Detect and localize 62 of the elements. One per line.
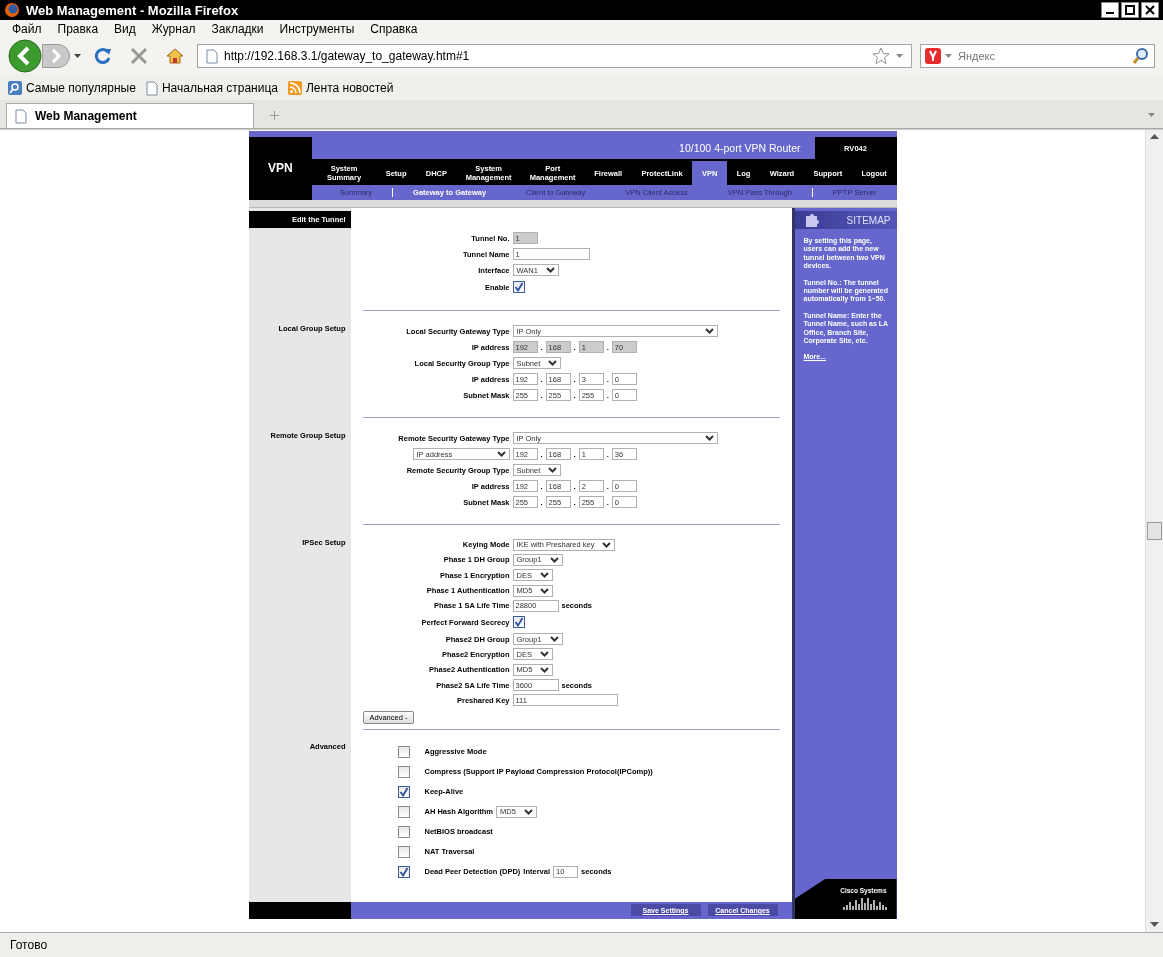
- bookmark-item[interactable]: Начальная страница: [145, 80, 278, 96]
- menu-item[interactable]: Журнал: [143, 22, 204, 36]
- minimize-button[interactable]: [1101, 2, 1119, 18]
- maximize-button[interactable]: [1121, 2, 1139, 18]
- checkbox[interactable]: [397, 785, 410, 798]
- checkbox[interactable]: [397, 825, 410, 838]
- back-button[interactable]: [8, 39, 42, 73]
- caret-icon: [523, 808, 533, 815]
- checkbox[interactable]: [397, 845, 410, 858]
- stop-icon[interactable]: [129, 46, 149, 66]
- firefox-icon: [4, 2, 20, 18]
- search-bar[interactable]: Яндекс: [920, 44, 1155, 68]
- home-icon[interactable]: [165, 46, 185, 66]
- caret-icon: [602, 541, 612, 548]
- page-icon: [15, 108, 27, 124]
- maximize-icon: [1125, 5, 1135, 15]
- menu-item[interactable]: Справка: [362, 22, 426, 36]
- menu-item[interactable]: Вид: [106, 22, 144, 36]
- sitemap-title: SITEMAP: [846, 214, 891, 226]
- page-icon: [206, 48, 218, 64]
- scroll-down-icon[interactable]: [1150, 922, 1159, 928]
- caret-icon: [548, 467, 558, 473]
- new-tab-icon[interactable]: [270, 111, 279, 120]
- address-field[interactable]: http://192.168.3.1/gateway_to_gateway.htm#1: [197, 44, 912, 68]
- scrollbar[interactable]: [1145, 130, 1163, 932]
- scroll-up-icon[interactable]: [1150, 134, 1159, 140]
- yandex-logo-icon[interactable]: [925, 48, 941, 64]
- checkbox[interactable]: [512, 281, 525, 293]
- browser-tab[interactable]: Web Management: [6, 103, 254, 128]
- page-section-title: VPN: [248, 137, 312, 200]
- menu-item[interactable]: Правка: [49, 22, 107, 36]
- minimize-icon: [1106, 12, 1114, 14]
- bookmark-item[interactable]: Самые популярные: [8, 81, 136, 95]
- checkbox[interactable]: [397, 745, 410, 758]
- close-icon: [1145, 5, 1155, 15]
- page-icon: [145, 80, 158, 96]
- menu-item[interactable]: Инструменты: [271, 22, 363, 36]
- search-page-icon: [8, 81, 22, 95]
- menu-item[interactable]: Закладки: [203, 22, 272, 36]
- checkbox[interactable]: [397, 805, 410, 818]
- caret-icon: [545, 267, 555, 273]
- caret-icon: [548, 360, 558, 366]
- caret-icon: [704, 435, 714, 441]
- close-button[interactable]: [1141, 2, 1159, 18]
- product-name: 10/100 4-port VPN Router: [678, 142, 802, 155]
- menu-item[interactable]: Файл: [4, 22, 50, 36]
- search-icon[interactable]: [1132, 47, 1150, 65]
- puzzle-icon: [804, 212, 821, 228]
- caret-icon: [496, 451, 506, 457]
- caret-icon: [704, 328, 714, 334]
- scroll-thumb[interactable]: [1147, 522, 1162, 540]
- star-icon[interactable]: [872, 47, 890, 65]
- checkbox[interactable]: [397, 765, 410, 778]
- bookmark-item[interactable]: Лента новостей: [288, 81, 394, 95]
- window-title: Web Management - Mozilla Firefox: [26, 2, 240, 18]
- checkbox[interactable]: [512, 616, 525, 629]
- rss-icon: [288, 81, 302, 95]
- reload-icon[interactable]: [93, 46, 113, 66]
- status-text: Готово: [10, 938, 48, 952]
- checkbox[interactable]: [397, 865, 410, 878]
- caret-icon[interactable]: [74, 54, 81, 58]
- search-field[interactable]: Яндекс: [956, 49, 1128, 63]
